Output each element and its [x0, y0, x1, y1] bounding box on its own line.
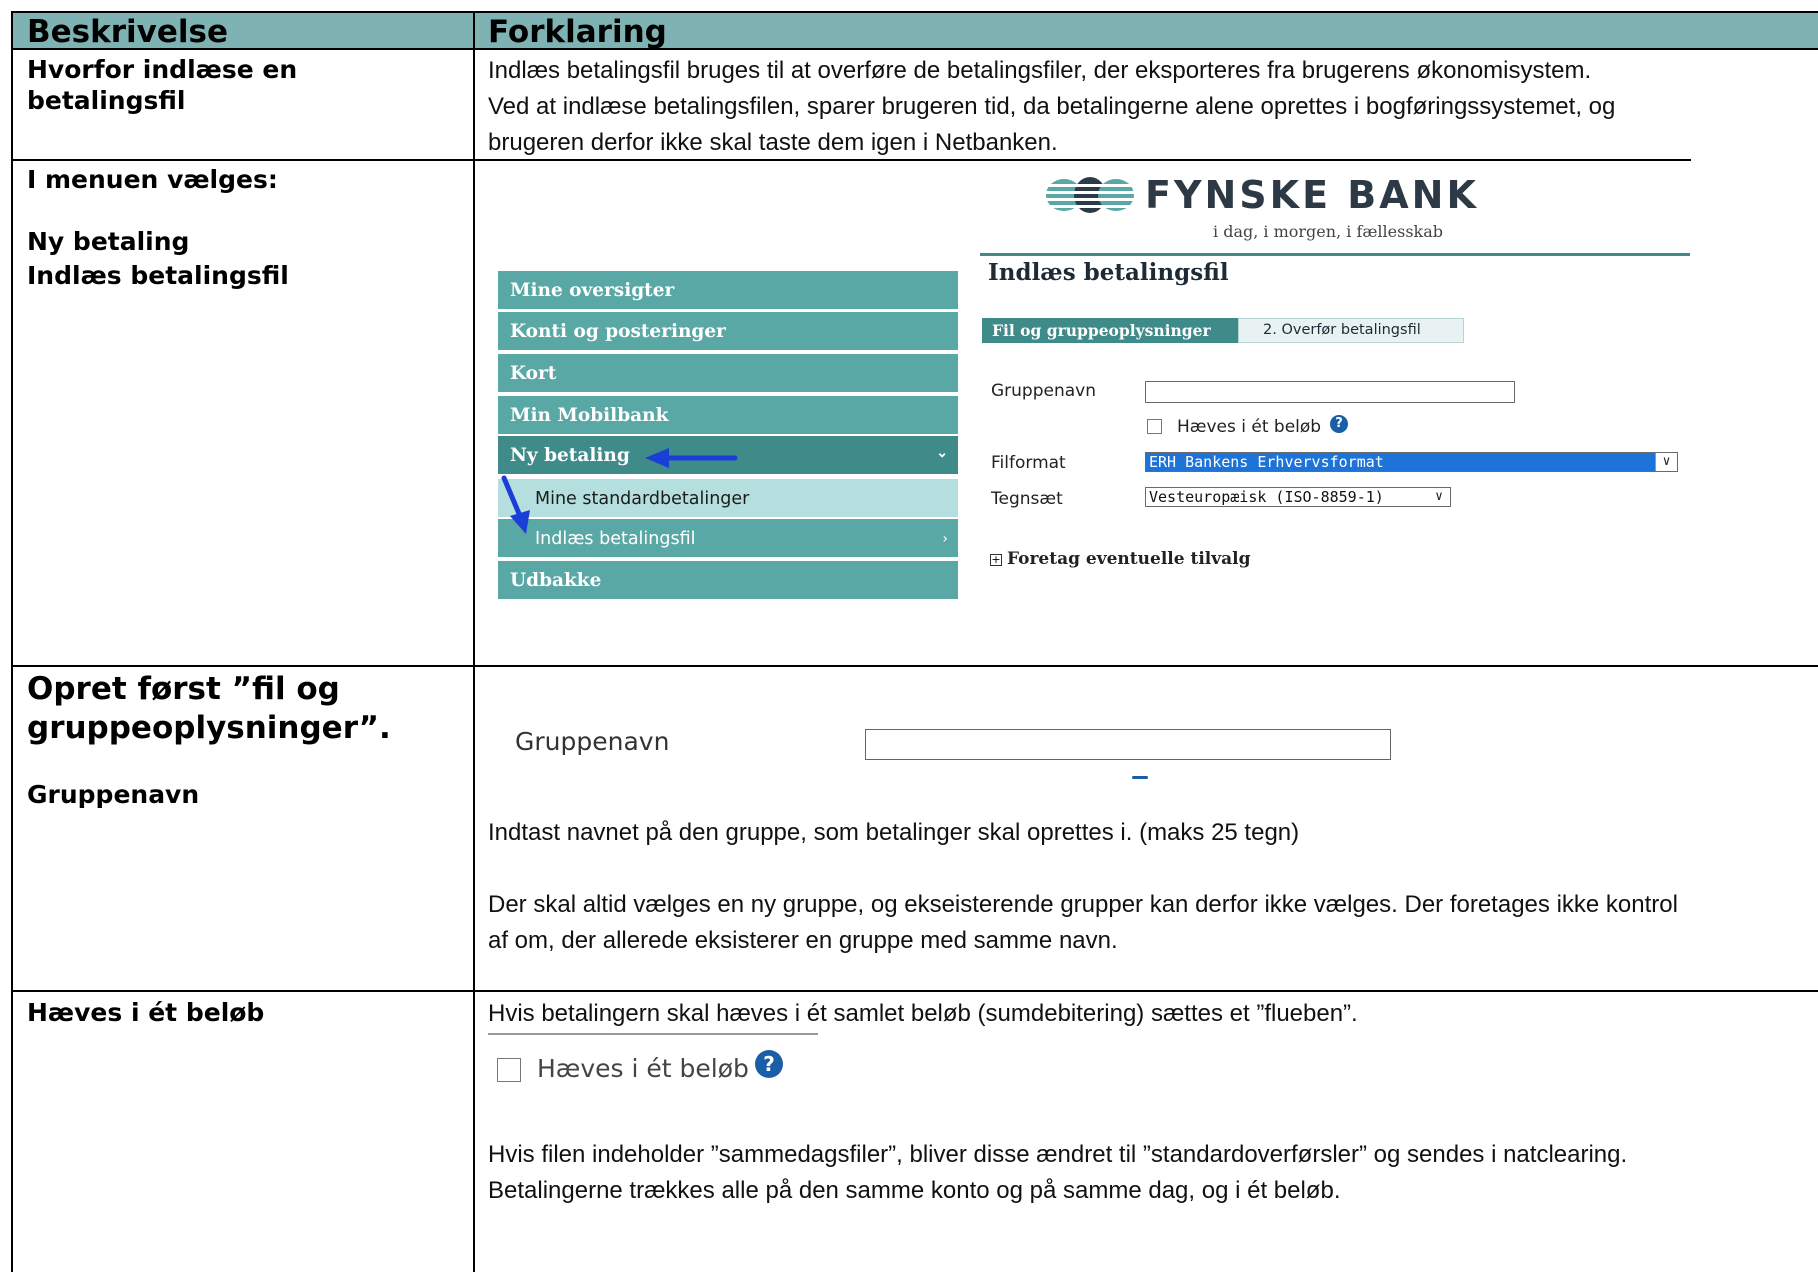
- step-1-tab[interactable]: Fil og gruppeoplysninger: [982, 318, 1240, 343]
- tegnsaet-select[interactable]: Vesteuropæisk (ISO-8859-1) ∨: [1145, 487, 1451, 507]
- header-forklaring: Forklaring: [488, 14, 667, 50]
- chevron-right-icon: ›: [942, 531, 948, 547]
- row3-text-line2: Der skal altid vælges en ny gruppe, og e…: [488, 891, 1678, 918]
- menu-item-konti-og-posteringer[interactable]: Konti og posteringer: [498, 312, 958, 350]
- chevron-down-icon: ∨: [1428, 488, 1450, 506]
- row1-text-line2: Ved at indlæse betalingsfilen, sparer br…: [488, 93, 1616, 120]
- grid-top-line: [11, 11, 1818, 13]
- row1-text-line1: Indlæs betalingsfil bruges til at overfø…: [488, 57, 1592, 84]
- row4-text-line2: Hvis filen indeholder ”sammedagsfiler”, …: [488, 1141, 1628, 1168]
- fynske-bank-tagline: i dag, i morgen, i fællesskab: [1213, 222, 1444, 241]
- menu-item-kort[interactable]: Kort: [498, 354, 958, 392]
- gruppenavn-label: Gruppenavn: [991, 381, 1097, 401]
- gruppenavn-zoom-label: Gruppenavn: [515, 727, 670, 756]
- zoom-crop-mark: [1132, 776, 1148, 779]
- row3-label-line1: Opret først ”fil og: [27, 671, 340, 707]
- row1-label-line1: Hvorfor indlæse en: [27, 55, 298, 84]
- haeves-checkbox-label: Hæves i ét beløb: [1177, 417, 1322, 437]
- row4-text-underline: [488, 1033, 818, 1035]
- grid-row3-bottom-line: [11, 990, 1818, 992]
- row3-label-line2: gruppeoplysninger”.: [27, 710, 391, 746]
- gruppenavn-zoom-input[interactable]: [865, 729, 1391, 760]
- row4-label: Hæves i ét beløb: [27, 998, 265, 1027]
- grid-left-border: [11, 11, 13, 1272]
- fynske-bank-logo-icon: [1046, 177, 1134, 213]
- header-bg: [12, 12, 1818, 48]
- haeves-zoom-label: Hæves i ét beløb: [537, 1054, 749, 1083]
- fynske-bank-logo-text: FYNSKE BANK: [1145, 173, 1479, 217]
- logo-underline: [980, 253, 1690, 256]
- row2-label-line2: Ny betaling: [27, 227, 190, 256]
- filformat-label: Filformat: [991, 453, 1066, 473]
- row3-label-line3: Gruppenavn: [27, 780, 200, 809]
- grid-column-divider: [473, 11, 475, 1272]
- haeves-checkbox[interactable]: [1147, 419, 1162, 434]
- row2-label-line3: Indlæs betalingsfil: [27, 261, 289, 290]
- help-icon[interactable]: ?: [1330, 415, 1348, 433]
- row3-text-line1: Indtast navnet på den gruppe, som betali…: [488, 819, 1300, 846]
- haeves-zoom-checkbox[interactable]: [497, 1058, 521, 1082]
- expand-icon[interactable]: +: [990, 554, 1002, 566]
- grid-row2-bottom-line: [11, 665, 1818, 667]
- step-2-tab[interactable]: 2. Overfør betalingsfil: [1238, 318, 1464, 343]
- row4-text-line1: Hvis betalingern skal hæves i ét samlet …: [488, 1000, 1358, 1027]
- chevron-down-icon: ⌄: [936, 445, 948, 461]
- row3-text-line3: af om, der allerede eksisterer en gruppe…: [488, 927, 1118, 954]
- netbank-page-title: Indlæs betalingsfil: [988, 259, 1229, 286]
- row2-label-line1: I menuen vælges:: [27, 165, 278, 194]
- filformat-select[interactable]: ERH Bankens Erhvervsformat ∨: [1145, 452, 1678, 472]
- row4-text-line3: Betalingerne trækkes alle på den samme k…: [488, 1177, 1341, 1204]
- arrow-left-icon: [645, 448, 738, 468]
- gruppenavn-input[interactable]: [1145, 381, 1515, 403]
- foretag-tilvalg-link[interactable]: Foretag eventuelle tilvalg: [1007, 549, 1250, 569]
- help-zoom-icon[interactable]: ?: [755, 1050, 783, 1078]
- chevron-down-icon: ∨: [1655, 453, 1677, 471]
- submenu-item-mine-standardbetalinger[interactable]: Mine standardbetalinger: [498, 479, 958, 517]
- grid-header-bottom-line: [11, 48, 1818, 50]
- tegnsaet-label: Tegnsæt: [991, 489, 1063, 509]
- menu-item-mine-oversigter[interactable]: Mine oversigter: [498, 271, 958, 309]
- submenu-item-indlaes-betalingsfil[interactable]: Indlæs betalingsfil ›: [498, 519, 958, 557]
- header-beskrivelse: Beskrivelse: [27, 14, 228, 50]
- menu-item-udbakke[interactable]: Udbakke: [498, 561, 958, 599]
- row1-text-line3: brugeren derfor ikke skal taste dem igen…: [488, 129, 1058, 156]
- arrow-down-icon: [501, 475, 530, 534]
- row1-label-line2: betalingsfil: [27, 86, 186, 115]
- menu-item-min-mobilbank[interactable]: Min Mobilbank: [498, 396, 958, 434]
